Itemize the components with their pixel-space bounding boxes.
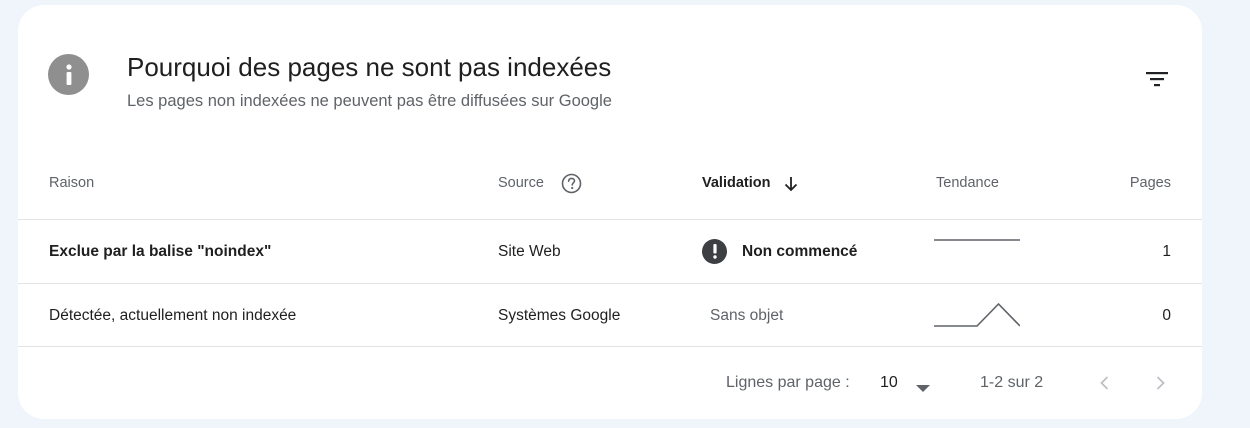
source-cell: Site Web	[498, 242, 561, 260]
column-header-reason[interactable]: Raison	[49, 175, 94, 191]
validation-cell: Sans objet	[710, 306, 784, 324]
chevron-right-icon	[1156, 376, 1165, 390]
previous-page-button[interactable]	[1090, 369, 1118, 397]
next-page-button[interactable]	[1146, 369, 1174, 397]
filter-button[interactable]	[1142, 64, 1172, 94]
trend-sparkline	[934, 302, 1020, 327]
reason-cell: Détectée, actuellement non indexée	[49, 306, 297, 324]
rows-per-page-label: Lignes par page :	[726, 374, 850, 391]
pages-cell: 0	[1162, 306, 1171, 324]
validation-status: Non commencé	[742, 242, 858, 260]
chevron-left-icon	[1099, 376, 1108, 390]
pagination-range: 1-2 sur 2	[980, 374, 1044, 391]
dropdown-arrow-icon[interactable]	[916, 380, 930, 392]
card-subtitle: Les pages non indexées ne peuvent pas êt…	[127, 92, 612, 110]
validation-cell: Non commencé	[702, 220, 857, 283]
column-header-validation[interactable]: Validation	[702, 175, 771, 191]
column-header-source[interactable]: Source	[498, 175, 544, 191]
table-row[interactable]: Détectée, actuellement non indexée Systè…	[18, 284, 1202, 347]
column-header-pages[interactable]: Pages	[1108, 175, 1171, 191]
alert-icon	[702, 239, 727, 264]
info-icon	[48, 54, 89, 95]
source-cell: Systèmes Google	[498, 306, 621, 324]
pages-cell: 1	[1162, 242, 1171, 260]
trend-line	[934, 302, 1020, 327]
filter-icon	[1146, 72, 1168, 87]
trend-sparkline	[934, 239, 1020, 241]
row-divider	[18, 346, 1202, 347]
not-indexed-card: Pourquoi des pages ne sont pas indexées …	[18, 5, 1202, 419]
arrow-down-icon[interactable]	[784, 176, 798, 192]
column-header-trend[interactable]: Tendance	[936, 175, 999, 191]
card-title: Pourquoi des pages ne sont pas indexées	[127, 52, 612, 82]
help-icon[interactable]	[561, 173, 582, 194]
table-row[interactable]: Exclue par la balise "noindex" Site Web …	[18, 220, 1202, 283]
rows-per-page-select[interactable]: 10	[880, 374, 898, 392]
reason-cell: Exclue par la balise "noindex"	[49, 242, 272, 260]
